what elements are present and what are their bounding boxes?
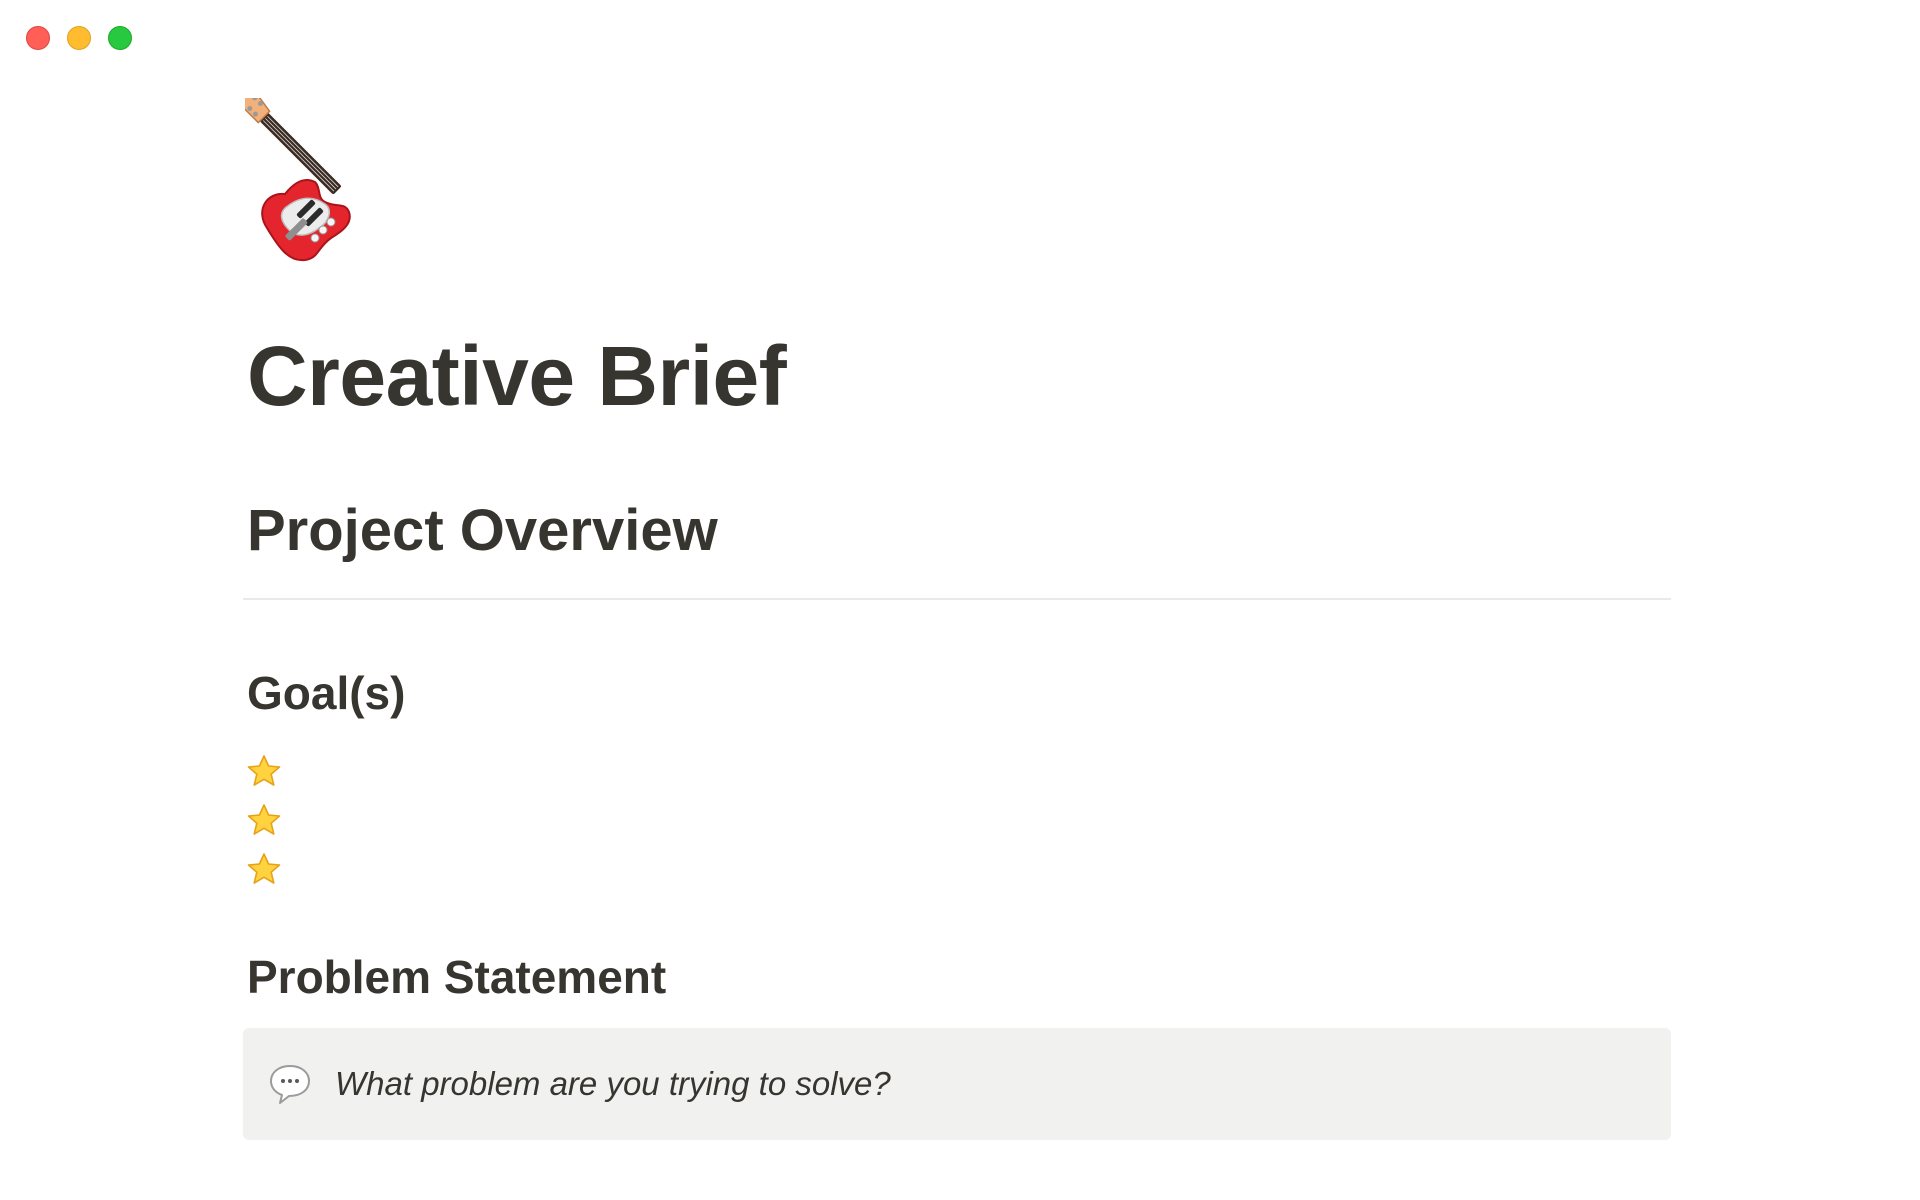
electric-guitar-icon[interactable] <box>245 98 413 266</box>
page-title[interactable]: Creative Brief <box>247 330 787 423</box>
callout-text[interactable]: What problem are you trying to solve? <box>335 1065 891 1103</box>
star-icon <box>247 754 281 786</box>
window-controls <box>26 26 132 50</box>
close-window-button[interactable] <box>26 26 50 50</box>
project-overview-heading[interactable]: Project Overview <box>247 496 718 566</box>
goal-item[interactable] <box>247 795 281 844</box>
goals-heading[interactable]: Goal(s) <box>247 666 405 721</box>
goal-item[interactable] <box>247 844 281 893</box>
star-icon <box>247 852 281 884</box>
divider <box>243 598 1671 600</box>
star-icon <box>247 803 281 835</box>
problem-statement-heading[interactable]: Problem Statement <box>247 950 666 1005</box>
goal-item[interactable] <box>247 746 281 795</box>
problem-callout[interactable]: What problem are you trying to solve? <box>243 1028 1671 1140</box>
goals-list <box>247 746 281 893</box>
minimize-window-button[interactable] <box>67 26 91 50</box>
zoom-window-button[interactable] <box>108 26 132 50</box>
speech-bubble-icon <box>270 1065 310 1104</box>
